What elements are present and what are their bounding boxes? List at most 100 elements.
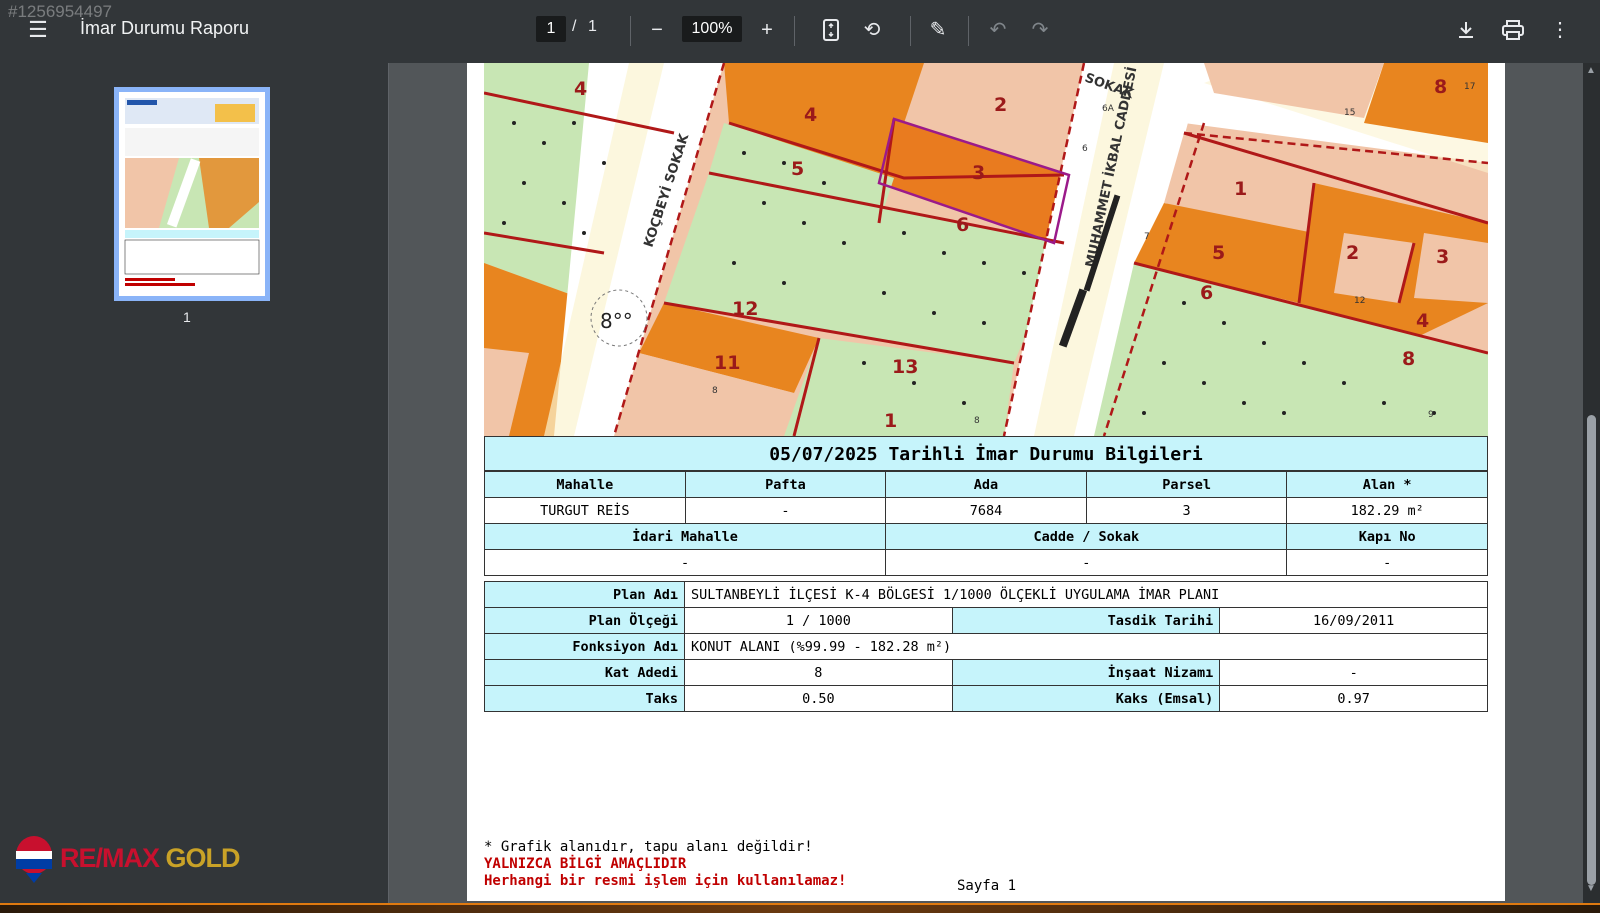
more-options-icon[interactable]: ⋮ bbox=[1544, 14, 1576, 46]
parcel-label: 6 bbox=[956, 214, 969, 236]
zoom-input[interactable]: 100% bbox=[682, 16, 742, 42]
col-idari-mahalle: İdari Mahalle bbox=[483, 523, 887, 550]
toolbar-divider bbox=[910, 16, 911, 46]
parcel-label: 3 bbox=[1436, 246, 1449, 268]
value-kat-adedi: 8 bbox=[684, 659, 953, 686]
parcel-label: 12 bbox=[732, 298, 758, 320]
value-fonksiyon-adi: KONUT ALANI (%99.99 - 182.28 m²) bbox=[684, 633, 1488, 660]
parcel-label: 2 bbox=[994, 94, 1007, 116]
parcel-label: 5 bbox=[791, 158, 804, 180]
value-cadde-sokak: - bbox=[885, 549, 1288, 576]
parcel-label: 13 bbox=[892, 356, 918, 378]
value-plan-olcegi: 1 / 1000 bbox=[684, 607, 953, 634]
col-pafta: Pafta bbox=[684, 471, 887, 498]
label-taks: Taks bbox=[484, 685, 685, 712]
door-number: 17 bbox=[1464, 82, 1475, 92]
report-heading: 05/07/2025 Tarihli İmar Durumu Bilgileri bbox=[484, 436, 1488, 471]
value-pafta: - bbox=[684, 497, 887, 524]
footer-warning-2: Herhangi bir resmi işlem için kullanılam… bbox=[484, 873, 847, 889]
door-number: 9 bbox=[1428, 410, 1434, 420]
col-alan: Alan * bbox=[1286, 471, 1488, 498]
zoning-info: 05/07/2025 Tarihli İmar Durumu Bilgileri… bbox=[483, 436, 1488, 712]
parcel-label: 4 bbox=[574, 78, 587, 100]
parcel-label: 11 bbox=[714, 352, 740, 374]
value-mahalle: TURGUT REİS bbox=[484, 497, 686, 524]
pdf-toolbar: #1256954497 ☰ İmar Durumu Raporu 1 / 1 −… bbox=[0, 0, 1600, 63]
value-insaat-nizami: - bbox=[1219, 659, 1488, 686]
print-icon[interactable] bbox=[1497, 14, 1529, 46]
door-number: 15 bbox=[1344, 108, 1355, 118]
thumbnail-sidebar: 1 RE/MAX GOLD bbox=[0, 63, 389, 913]
label-kat-adedi: Kat Adedi bbox=[484, 659, 685, 686]
label-plan-olcegi: Plan Ölçeği bbox=[484, 607, 685, 634]
remax-logo-text: RE/MAX GOLD bbox=[60, 843, 241, 873]
label-kaks: Kaks (Emsal) bbox=[951, 685, 1221, 712]
thumbnail-page-number: 1 bbox=[183, 309, 191, 325]
value-tasdik-tarihi: 16/09/2011 bbox=[1219, 607, 1488, 634]
parcel-label: 4 bbox=[804, 104, 817, 126]
door-number: 8 bbox=[712, 386, 718, 396]
parcel-label: 1 bbox=[884, 410, 897, 432]
page-thumbnail[interactable] bbox=[114, 87, 270, 301]
download-icon[interactable] bbox=[1450, 14, 1482, 46]
total-pages: 1 bbox=[588, 18, 597, 35]
toolbar-divider bbox=[968, 16, 969, 46]
menu-icon[interactable]: ☰ bbox=[24, 16, 52, 44]
page-separator: / bbox=[572, 18, 577, 35]
zoom-in-button[interactable]: + bbox=[751, 14, 783, 46]
footer-note: * Grafik alanıdır, tapu alanı değildir! bbox=[484, 839, 813, 855]
toolbar-divider bbox=[794, 16, 795, 46]
col-cadde-sokak: Cadde / Sokak bbox=[885, 523, 1288, 550]
redo-icon[interactable]: ↷ bbox=[1024, 14, 1056, 46]
door-number: 12 bbox=[1354, 296, 1365, 306]
value-ada: 7684 bbox=[885, 497, 1087, 524]
toolbar-divider bbox=[630, 16, 631, 46]
bottom-strip bbox=[0, 903, 1600, 913]
value-alan: 182.29 m² bbox=[1286, 497, 1488, 524]
label-plan-adi: Plan Adı bbox=[484, 581, 685, 608]
vertical-scrollbar[interactable]: ▲ ▼ bbox=[1583, 63, 1600, 903]
pdf-page: 4 4 2 5 3 6 1 5 2 3 6 4 12 8 11 13 1 8 K… bbox=[467, 63, 1505, 901]
building-height-label: 8°° bbox=[600, 309, 633, 333]
value-taks: 0.50 bbox=[684, 685, 953, 712]
parcel-label: 8 bbox=[1402, 348, 1415, 370]
balloon-icon bbox=[16, 836, 52, 883]
door-number: 7 bbox=[1144, 232, 1150, 242]
footer-warning-1: YALNIZCA BİLGİ AMAÇLIDIR bbox=[484, 856, 687, 872]
col-ada: Ada bbox=[885, 471, 1087, 498]
value-kapi-no: - bbox=[1286, 549, 1488, 576]
page-footer: * Grafik alanıdır, tapu alanı değildir! … bbox=[484, 839, 846, 890]
parcel-label: 1 bbox=[1234, 178, 1247, 200]
scroll-up-icon[interactable]: ▲ bbox=[1586, 65, 1596, 76]
col-kapi-no: Kapı No bbox=[1286, 523, 1488, 550]
value-idari-mahalle: - bbox=[483, 549, 887, 576]
fit-page-icon[interactable] bbox=[815, 14, 847, 46]
plan-table: Plan Adı SULTANBEYLİ İLÇESİ K-4 BÖLGESİ … bbox=[484, 581, 1488, 712]
rotate-icon[interactable]: ⟲ bbox=[856, 14, 888, 46]
label-insaat-nizami: İnşaat Nizamı bbox=[951, 659, 1221, 686]
door-number: 6 bbox=[1082, 144, 1088, 154]
zoning-map: 4 4 2 5 3 6 1 5 2 3 6 4 12 8 11 13 1 8 K… bbox=[484, 63, 1488, 436]
page-number-label: Sayfa 1 bbox=[957, 878, 1017, 894]
current-page-input[interactable]: 1 bbox=[536, 16, 566, 42]
parcel-label: 2 bbox=[1346, 242, 1359, 264]
document-title: İmar Durumu Raporu bbox=[80, 18, 250, 38]
parcel-label: 6 bbox=[1200, 282, 1213, 304]
scrollbar-thumb[interactable] bbox=[1587, 415, 1596, 885]
label-tasdik-tarihi: Tasdik Tarihi bbox=[951, 607, 1221, 634]
parcel-label: 4 bbox=[1416, 310, 1429, 332]
annotate-icon[interactable]: ✎ bbox=[922, 14, 954, 46]
remax-logo: RE/MAX GOLD bbox=[14, 835, 254, 891]
zoom-out-button[interactable]: − bbox=[641, 14, 673, 46]
door-number: 6A bbox=[1102, 104, 1115, 114]
scroll-down-icon[interactable]: ▼ bbox=[1586, 883, 1596, 894]
value-kaks: 0.97 bbox=[1219, 685, 1488, 712]
undo-icon[interactable]: ↶ bbox=[982, 14, 1014, 46]
parcel-table: Mahalle Pafta Ada Parsel Alan * TURGUT R… bbox=[483, 471, 1488, 576]
value-plan-adi: SULTANBEYLİ İLÇESİ K-4 BÖLGESİ 1/1000 ÖL… bbox=[684, 581, 1488, 608]
parcel-label: 3 bbox=[972, 162, 985, 184]
door-number: 8 bbox=[974, 416, 980, 426]
parcel-label: 8 bbox=[1434, 76, 1447, 98]
value-parsel: 3 bbox=[1085, 497, 1288, 524]
parcel-label: 5 bbox=[1212, 242, 1225, 264]
